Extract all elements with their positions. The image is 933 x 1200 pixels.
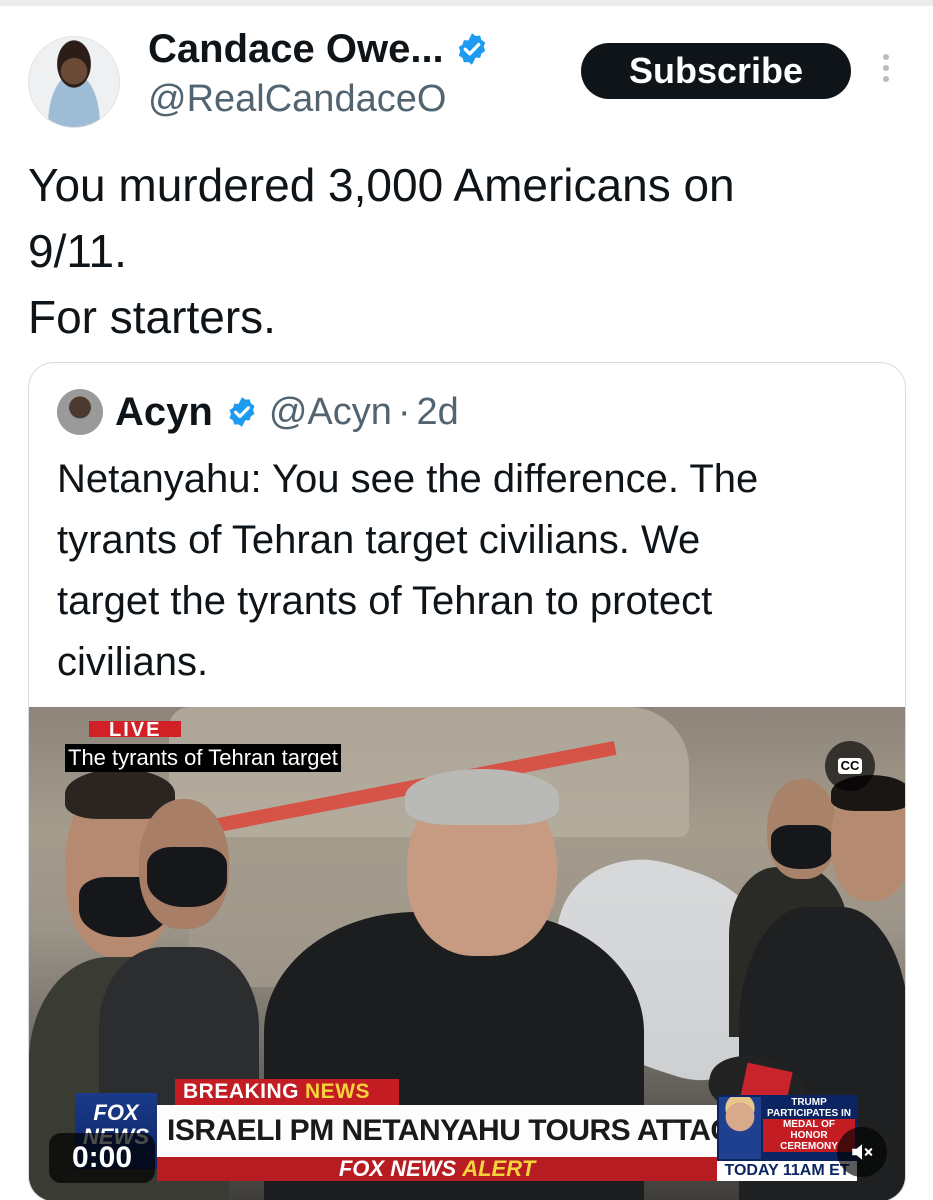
breaking-label: BREAKING xyxy=(183,1080,300,1103)
video-scene-person xyxy=(405,769,559,825)
quoted-text-line: tyrants of Tehran target civilians. We xyxy=(57,518,701,562)
quoted-text-line: civilians. xyxy=(57,640,209,684)
quoted-author-avatar[interactable] xyxy=(57,389,103,435)
post-text-line: You murdered 3,000 Americans on xyxy=(28,159,735,211)
verified-badge-icon xyxy=(229,397,255,427)
top-divider xyxy=(0,0,933,6)
quoted-author-name[interactable]: Acyn xyxy=(115,390,213,435)
promo-time: TODAY 11AM ET xyxy=(717,1161,857,1181)
author-display-name[interactable]: Candace Owe... xyxy=(148,27,444,72)
quoted-text-line: Netanyahu: You see the difference. The xyxy=(57,457,759,501)
quoted-tweet-text: Netanyahu: You see the difference. The t… xyxy=(57,449,897,693)
separator-dot: · xyxy=(397,390,411,433)
more-vertical-icon[interactable] xyxy=(876,54,896,94)
post-text: You murdered 3,000 Americans on 9/11. Fo… xyxy=(28,152,908,350)
news-alert-bar: FOX NEWS ALERT xyxy=(157,1156,717,1181)
live-tag: LIVE xyxy=(89,721,181,737)
author-avatar[interactable] xyxy=(28,36,120,128)
video-timestamp: 0:00 xyxy=(49,1133,155,1183)
author-handle[interactable]: @RealCandaceO xyxy=(148,78,446,121)
video-scene-person xyxy=(771,825,833,869)
quoted-tweet-card[interactable]: Acyn @Acyn · 2d Netanyahu: You see the d… xyxy=(28,362,906,1200)
video-player[interactable]: LIVE The tyrants of Tehran target CC BRE… xyxy=(29,707,905,1200)
promo-line: PARTICIPATES IN xyxy=(767,1108,851,1119)
quoted-tweet-header: Acyn @Acyn · 2d xyxy=(115,383,459,441)
video-scene-person xyxy=(147,847,227,907)
quoted-tweet-time[interactable]: 2d xyxy=(417,391,459,434)
promo-photo xyxy=(719,1097,761,1159)
alert-label-accent: ALERT xyxy=(462,1156,536,1181)
quoted-author-handle[interactable]: @Acyn xyxy=(269,391,392,434)
cc-label: CC xyxy=(837,758,863,774)
post-text-line: For starters. xyxy=(28,291,276,343)
breaking-news-banner: BREAKING NEWS xyxy=(175,1079,399,1105)
promo-line: TRUMP xyxy=(791,1097,827,1108)
video-caption: The tyrants of Tehran target xyxy=(65,744,341,772)
post-text-line: 9/11. xyxy=(28,225,127,277)
author-name-row: Candace Owe... xyxy=(148,24,490,74)
closed-captions-icon[interactable]: CC xyxy=(825,741,875,791)
promo-box: TRUMP PARTICIPATES IN MEDAL OF HONOR CER… xyxy=(717,1095,857,1181)
volume-icon[interactable] xyxy=(837,1127,887,1177)
live-tag-label: LIVE xyxy=(109,721,162,737)
volume-icon-glyph xyxy=(852,1144,873,1160)
quoted-text-line: target the tyrants of Tehran to protect xyxy=(57,579,713,623)
subscribe-button[interactable]: Subscribe xyxy=(581,43,851,99)
alert-label: FOX NEWS xyxy=(338,1156,457,1181)
news-headline: ISRAELI PM NETANYAHU TOURS ATTACK SITE xyxy=(157,1105,826,1157)
verified-badge-icon xyxy=(458,33,485,65)
breaking-label-accent: NEWS xyxy=(305,1080,371,1103)
